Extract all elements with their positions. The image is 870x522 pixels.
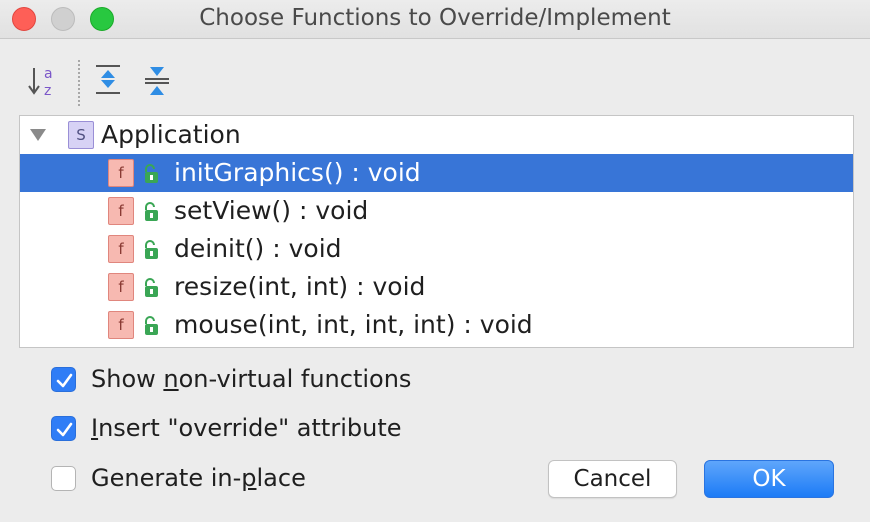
function-icon: f	[108, 235, 134, 263]
checkmark-icon	[56, 373, 73, 388]
insert-override-checkbox[interactable]	[51, 416, 76, 441]
tree-item-mouse[interactable]: f mouse(int, int, int, int) : void	[20, 306, 853, 344]
sort-alphabetically-icon: a z	[28, 66, 53, 99]
checkmark-icon	[56, 422, 73, 437]
tree-root-label: Application	[101, 120, 241, 149]
tree-item-initgraphics[interactable]: f initGraphics() : void	[20, 154, 853, 192]
collapse-all-icon	[145, 67, 169, 95]
functions-tree[interactable]: S Application f initGraphics() : void f …	[19, 115, 854, 348]
toolbar-separator	[78, 60, 80, 106]
tree-item-resize[interactable]: f resize(int, int) : void	[20, 268, 853, 306]
ok-button[interactable]: OK	[704, 460, 834, 498]
struct-icon: S	[68, 121, 94, 149]
expand-triangle-icon[interactable]	[30, 129, 46, 141]
svg-text:z: z	[44, 83, 51, 99]
tree-item-label: deinit() : void	[174, 234, 342, 263]
tree-item-label: mouse(int, int, int, int) : void	[174, 310, 533, 339]
function-icon: f	[108, 159, 134, 187]
generate-in-place-checkbox[interactable]	[51, 466, 76, 491]
tree-item-setview[interactable]: f setView() : void	[20, 192, 853, 230]
collapse-all-button[interactable]	[141, 62, 177, 102]
public-lock-icon	[145, 278, 158, 297]
window-title: Choose Functions to Override/Implement	[199, 5, 671, 31]
svg-text:a: a	[44, 66, 53, 82]
public-lock-icon	[145, 316, 158, 335]
tree-item-deinit[interactable]: f deinit() : void	[20, 230, 853, 268]
insert-override-label[interactable]: Insert "override" attribute	[91, 413, 402, 443]
public-lock-icon	[145, 202, 158, 221]
tree-item-label: resize(int, int) : void	[174, 272, 426, 301]
show-non-virtual-label[interactable]: Show non-virtual functions	[91, 364, 411, 394]
tree-root-application[interactable]: S Application	[20, 116, 853, 154]
show-non-virtual-checkbox[interactable]	[51, 367, 76, 392]
generate-in-place-label[interactable]: Generate in-place	[91, 463, 306, 493]
public-lock-icon	[145, 240, 158, 259]
tree-item-label: setView() : void	[174, 196, 369, 225]
title-bar: Choose Functions to Override/Implement	[0, 0, 870, 39]
function-icon: f	[108, 273, 134, 301]
function-icon: f	[108, 197, 134, 225]
cancel-button[interactable]: Cancel	[548, 460, 677, 498]
expand-all-button[interactable]	[92, 62, 128, 102]
expand-all-icon	[96, 65, 120, 94]
function-icon: f	[108, 311, 134, 339]
public-lock-icon	[145, 164, 158, 183]
sort-alphabetically-button[interactable]: a z	[28, 62, 64, 102]
tree-item-label: initGraphics() : void	[174, 158, 421, 187]
